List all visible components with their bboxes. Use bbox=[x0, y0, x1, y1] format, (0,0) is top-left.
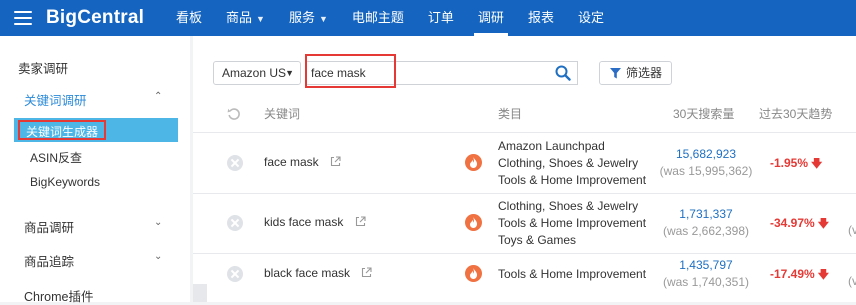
keyword-link[interactable]: kids face mask bbox=[264, 215, 343, 229]
chevron-down-icon: ▼ bbox=[256, 14, 265, 24]
close-circle-icon[interactable] bbox=[227, 266, 243, 282]
external-link-icon[interactable] bbox=[361, 267, 372, 278]
keyword-cell: kids face mask bbox=[264, 215, 366, 229]
chevron-down-icon[interactable]: ⌄ bbox=[154, 217, 162, 228]
marketplace-select[interactable]: Amazon US ▼ bbox=[213, 61, 301, 85]
nav-item-orders[interactable]: 订单 bbox=[428, 0, 454, 36]
trend-cell: -34.97% 🡇 bbox=[770, 216, 830, 230]
search-volume-cell: 15,682,923 (was 15,995,362) bbox=[659, 147, 753, 178]
search-highlight bbox=[305, 54, 396, 88]
arrow-down-icon: 🡇 bbox=[817, 269, 830, 281]
nav-item-settings[interactable]: 设定 bbox=[578, 0, 604, 36]
sidebar-item-asin-reverse[interactable]: ASIN反查 bbox=[30, 149, 82, 166]
flame-icon bbox=[465, 214, 482, 231]
external-link-icon[interactable] bbox=[330, 156, 341, 167]
nav-item-email-themes[interactable]: 电邮主题 bbox=[352, 0, 404, 36]
filter-button[interactable]: 筛选器 bbox=[599, 61, 672, 85]
nav-item-dashboard[interactable]: 看板 bbox=[176, 0, 202, 36]
sidebar-item-chrome-plugin[interactable]: Chrome插件 bbox=[24, 286, 93, 305]
arrow-down-icon: 🡇 bbox=[811, 158, 823, 170]
arrow-down-icon: 🡇 bbox=[817, 218, 830, 230]
table-row: face mask Amazon Launchpad Clothing, Sho… bbox=[193, 133, 856, 194]
nav-item-reports[interactable]: 报表 bbox=[528, 0, 554, 36]
nav-item-products[interactable]: 商品 ▼ bbox=[226, 0, 265, 36]
trend-cell: -1.95% 🡇 bbox=[770, 156, 823, 170]
sidebar-item-keyword-research[interactable]: 关键词调研 bbox=[24, 90, 87, 109]
main-panel: Amazon US ▼ 筛选器 关键词 类目 30天搜索量 过去30天趋势 fa… bbox=[193, 36, 856, 302]
keyword-link[interactable]: face mask bbox=[264, 155, 319, 169]
chevron-down-icon: ▼ bbox=[318, 14, 328, 24]
nav-item-services[interactable]: 服务 ▼ bbox=[289, 0, 328, 36]
flame-icon bbox=[465, 265, 482, 282]
search-icon[interactable] bbox=[555, 65, 571, 81]
header-trend[interactable]: 过去30天趋势 bbox=[759, 96, 832, 132]
table-header: 关键词 类目 30天搜索量 过去30天趋势 bbox=[193, 96, 856, 133]
scrollbar[interactable] bbox=[193, 284, 207, 302]
sidebar: 卖家调研 关键词调研 ⌃ 关键词生成器 ASIN反查 BigKeywords 商… bbox=[0, 36, 190, 305]
table-row: black face mask Tools & Home Improvement… bbox=[193, 254, 856, 302]
truncated-cell: (v bbox=[848, 274, 856, 288]
category-cell: Tools & Home Improvement bbox=[498, 267, 647, 281]
header-search-volume[interactable]: 30天搜索量 bbox=[673, 96, 734, 132]
menu-icon[interactable] bbox=[14, 11, 32, 25]
sidebar-item-seller-research[interactable]: 卖家调研 bbox=[18, 58, 68, 77]
keyword-cell: black face mask bbox=[264, 266, 372, 280]
refresh-icon[interactable] bbox=[227, 107, 241, 121]
sidebar-item-bigkeywords[interactable]: BigKeywords bbox=[30, 175, 100, 189]
search-volume-cell: 1,731,337 (was 2,662,398) bbox=[662, 207, 750, 238]
category-cell: Amazon Launchpad Clothing, Shoes & Jewel… bbox=[498, 139, 647, 187]
top-nav-bar: BigCentral 看板 商品 ▼ 服务 ▼ 电邮主题 订单 调研 报表 设定 bbox=[0, 0, 856, 36]
filter-icon bbox=[610, 68, 621, 79]
keyword-link[interactable]: black face mask bbox=[264, 266, 350, 280]
truncated-cell: (v bbox=[848, 223, 856, 237]
main-nav: 看板 商品 ▼ 服务 ▼ 电邮主题 订单 调研 报表 设定 bbox=[176, 0, 628, 36]
chevron-down-icon[interactable]: ⌄ bbox=[154, 251, 162, 262]
category-cell: Clothing, Shoes & Jewelry Tools & Home I… bbox=[498, 199, 647, 247]
flame-icon bbox=[465, 154, 482, 171]
chevron-up-icon[interactable]: ⌃ bbox=[154, 91, 162, 102]
trend-cell: -17.49% 🡇 bbox=[770, 267, 830, 281]
close-circle-icon[interactable] bbox=[227, 215, 243, 231]
search-volume-cell: 1,435,797 (was 1,740,351) bbox=[662, 258, 750, 289]
brand-logo[interactable]: BigCentral bbox=[46, 7, 144, 29]
table-row: kids face mask Clothing, Shoes & Jewelry… bbox=[193, 194, 856, 254]
sidebar-item-product-tracking[interactable]: 商品追踪 bbox=[24, 251, 74, 270]
header-keyword: 关键词 bbox=[264, 107, 301, 121]
header-category: 类目 bbox=[498, 107, 523, 121]
nav-item-research[interactable]: 调研 bbox=[473, 0, 508, 36]
keyword-cell: face mask bbox=[264, 155, 341, 169]
sidebar-item-product-research[interactable]: 商品调研 bbox=[24, 217, 74, 236]
external-link-icon[interactable] bbox=[355, 216, 366, 227]
chevron-down-icon: ▼ bbox=[285, 68, 294, 78]
sidebar-item-keyword-generator[interactable]: 关键词生成器 bbox=[18, 120, 107, 140]
close-circle-icon[interactable] bbox=[227, 155, 243, 171]
